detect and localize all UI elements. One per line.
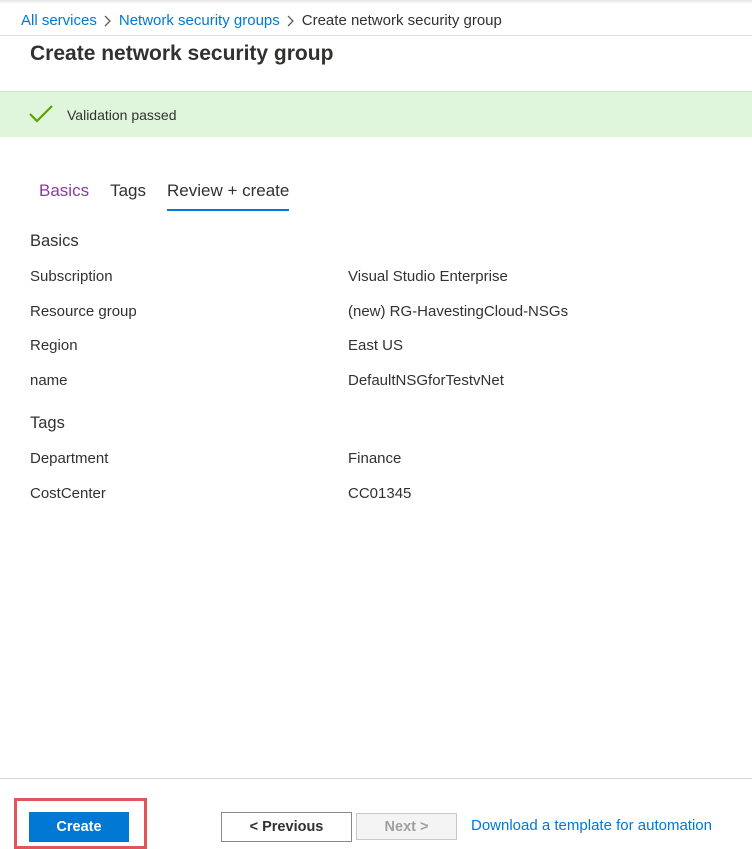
previous-button[interactable]: < Previous	[221, 812, 352, 842]
value-costcenter: CC01345	[348, 485, 412, 502]
value-resource-group: (new) RG-HavestingCloud-NSGs	[348, 303, 569, 320]
tab-basics[interactable]: Basics	[39, 181, 89, 211]
label-department: Department	[30, 450, 109, 467]
tab-review-create[interactable]: Review + create	[167, 181, 290, 211]
value-department: Finance	[348, 450, 402, 467]
value-name: DefaultNSGforTestvNet	[348, 372, 504, 389]
breadcrumb-network-security-groups[interactable]: Network security groups	[119, 12, 280, 29]
label-subscription: Subscription	[30, 268, 113, 285]
validation-text: Validation passed	[67, 107, 177, 123]
chevron-right-icon	[97, 13, 119, 27]
value-subscription: Visual Studio Enterprise	[348, 268, 508, 285]
section-heading-tags: Tags	[30, 414, 65, 432]
chevron-right-icon	[280, 13, 302, 27]
checkmark-icon	[28, 104, 54, 124]
section-heading-basics: Basics	[30, 232, 79, 250]
page-title: Create network security group	[30, 42, 334, 65]
breadcrumb: All services Network security groups Cre…	[21, 9, 502, 31]
header-divider	[0, 35, 752, 36]
label-costcenter: CostCenter	[30, 485, 106, 502]
validation-banner: Validation passed	[0, 91, 752, 137]
tab-bar: Basics Tags Review + create	[39, 181, 310, 211]
next-button: Next >	[356, 813, 457, 840]
tab-tags[interactable]: Tags	[110, 181, 146, 211]
label-region: Region	[30, 337, 78, 354]
footer-divider	[0, 778, 752, 779]
download-template-link[interactable]: Download a template for automation	[471, 817, 712, 834]
label-name: name	[30, 372, 68, 389]
create-button[interactable]: Create	[29, 812, 129, 842]
breadcrumb-current: Create network security group	[301, 11, 502, 29]
value-region: East US	[348, 337, 404, 354]
top-shadow	[0, 0, 752, 4]
breadcrumb-all-services[interactable]: All services	[21, 12, 97, 29]
label-resource-group: Resource group	[30, 303, 137, 320]
